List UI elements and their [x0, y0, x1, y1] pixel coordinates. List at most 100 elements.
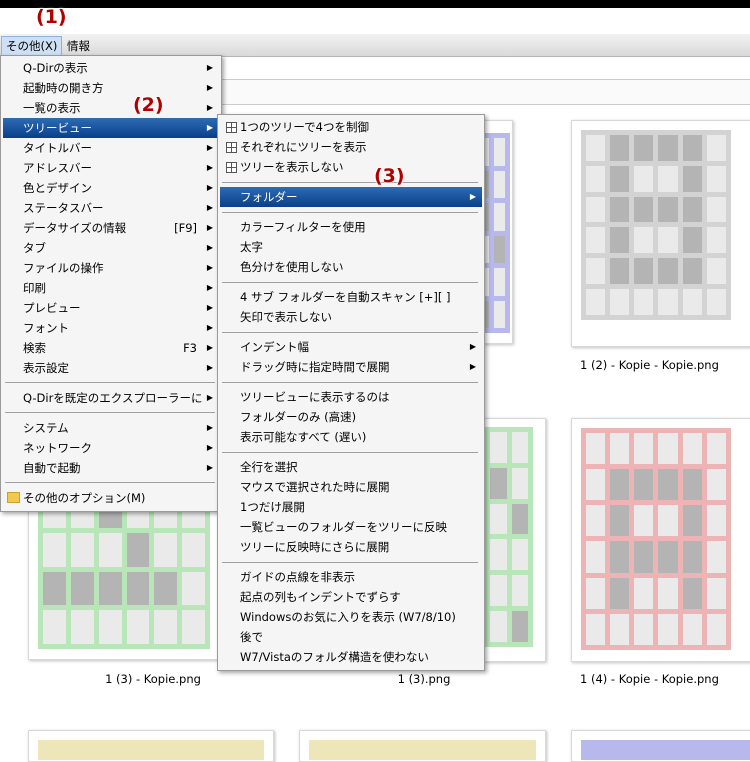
menu-item-indent-root[interactable]: 起点の列もインデントでずらす — [220, 587, 482, 607]
menu-item-no-w7-structure[interactable]: W7/Vistaのフォルダ構造を使わない — [220, 647, 482, 667]
menu-separator — [5, 482, 215, 483]
menu-separator — [222, 282, 478, 283]
treeview-submenu: 1つのツリーで4つを制御 それぞれにツリーを表示 ツリーを表示しない フォルダー… — [217, 114, 485, 671]
menu-item-autostart[interactable]: 自動で起動 ▶ — [3, 458, 219, 478]
menu-separator — [5, 412, 215, 413]
submenu-arrow-icon: ▶ — [206, 393, 213, 402]
thumb-image — [581, 428, 731, 650]
menu-separator — [5, 382, 215, 383]
menu-item-tree-shows-label[interactable]: ツリービューに表示するのは — [220, 387, 482, 407]
menu-separator — [222, 452, 478, 453]
submenu-arrow-icon: ▶ — [206, 463, 213, 472]
submenu-arrow-icon: ▶ — [206, 283, 213, 292]
menu-item-reflect-list[interactable]: 一覧ビューのフォルダーをツリーに反映 — [220, 517, 482, 537]
menu-item-folder[interactable]: フォルダー ▶ — [220, 187, 482, 207]
caption-thumb-gray: 1 (2) - Kopie - Kopie.png — [580, 358, 719, 372]
address-bar[interactable] — [220, 57, 750, 80]
caption-thumb-green-left: 1 (3) - Kopie.png — [105, 672, 201, 686]
menu-item-expand-one[interactable]: 1つだけ展開 — [220, 497, 482, 517]
submenu-arrow-icon: ▶ — [469, 362, 476, 371]
menu-item-titlebar[interactable]: タイトルバー ▶ — [3, 138, 219, 158]
menu-item-startup-open[interactable]: 起動時の開き方 ▶ — [3, 78, 219, 98]
menu-item-tabs[interactable]: タブ ▶ — [3, 238, 219, 258]
submenu-arrow-icon: ▶ — [206, 123, 213, 132]
submenu-arrow-icon: ▶ — [206, 363, 213, 372]
menu-separator — [222, 382, 478, 383]
thumbnail-yellow-1[interactable] — [28, 730, 274, 762]
menu-item-no-tree[interactable]: ツリーを表示しない — [220, 157, 482, 177]
menu-item-system[interactable]: システム ▶ — [3, 418, 219, 438]
menu-item-expand-more[interactable]: ツリーに反映時にさらに展開 — [220, 537, 482, 557]
submenu-arrow-icon: ▶ — [206, 103, 213, 112]
menu-item-select-full-row[interactable]: 全行を選択 — [220, 457, 482, 477]
menu-item-each-tree[interactable]: それぞれにツリーを表示 — [220, 137, 482, 157]
submenu-arrow-icon: ▶ — [206, 243, 213, 252]
menu-item-later[interactable]: 後で — [220, 627, 482, 647]
menu-item-file-ops[interactable]: ファイルの操作 ▶ — [3, 258, 219, 278]
submenu-arrow-icon: ▶ — [206, 203, 213, 212]
tree-layout-icon — [226, 122, 237, 133]
menu-item-search[interactable]: 検索 F3 ▶ — [3, 338, 219, 358]
submenu-arrow-icon: ▶ — [206, 343, 213, 352]
menu-item-show-all[interactable]: 表示可能なすべて (遅い) — [220, 427, 482, 447]
submenu-arrow-icon: ▶ — [469, 342, 476, 351]
menu-item-print[interactable]: 印刷 ▶ — [3, 278, 219, 298]
thumbnail-gray[interactable] — [571, 120, 750, 347]
menu-item-autoscan[interactable]: 4 サブ フォルダーを自動スキャン [+][ ] — [220, 287, 482, 307]
submenu-arrow-icon: ▶ — [206, 83, 213, 92]
menu-item-preview[interactable]: プレビュー ▶ — [3, 298, 219, 318]
submenu-arrow-icon: ▶ — [206, 183, 213, 192]
menu-item-list-display[interactable]: 一覧の表示 ▶ — [3, 98, 219, 118]
submenu-arrow-icon: ▶ — [206, 163, 213, 172]
thumbnail-green-left[interactable] — [28, 488, 221, 660]
menu-item-font[interactable]: フォント ▶ — [3, 318, 219, 338]
shortcut-label: F3 — [183, 341, 197, 355]
menu-item-expand-on-select[interactable]: マウスで選択された時に展開 — [220, 477, 482, 497]
other-menu: Q-Dirの表示 ▶ 起動時の開き方 ▶ 一覧の表示 ▶ ツリービュー ▶ タイトルバー… — [0, 55, 222, 512]
menu-item-color-filter[interactable]: カラーフィルターを使用 — [220, 217, 482, 237]
submenu-arrow-icon: ▶ — [206, 423, 213, 432]
thumb-image — [581, 130, 731, 320]
tree-layout-icon — [226, 162, 237, 173]
thumbnail-blue-bottom[interactable] — [571, 730, 750, 762]
submenu-arrow-icon: ▶ — [469, 192, 476, 201]
menu-item-no-color-coding[interactable]: 色分けを使用しない — [220, 257, 482, 277]
thumb-image — [38, 489, 210, 649]
submenu-arrow-icon: ▶ — [206, 443, 213, 452]
shortcut-label: [F9] — [174, 221, 197, 235]
window-top-edge — [0, 0, 750, 8]
caption-thumb-red: 1 (4) - Kopie - Kopie.png — [580, 672, 719, 686]
menu-item-addressbar[interactable]: アドレスバー ▶ — [3, 158, 219, 178]
menu-item-indent-width[interactable]: インデント幅 ▶ — [220, 337, 482, 357]
menu-item-default-explorer[interactable]: Q-Dirを既定のエクスプローラーに ▶ — [3, 388, 219, 408]
menu-item-hide-guides[interactable]: ガイドの点線を非表示 — [220, 567, 482, 587]
menu-item-treeview[interactable]: ツリービュー ▶ — [3, 118, 219, 138]
menu-item-bold[interactable]: 太字 — [220, 237, 482, 257]
menu-item-no-arrows[interactable]: 矢印で表示しない — [220, 307, 482, 327]
menu-item-qdir-display[interactable]: Q-Dirの表示 ▶ — [3, 58, 219, 78]
thumb-image — [485, 427, 533, 647]
menu-item-folders-only[interactable]: フォルダーのみ (高速) — [220, 407, 482, 427]
tree-layout-icon — [226, 142, 237, 153]
menu-item-display-settings[interactable]: 表示設定 ▶ — [3, 358, 219, 378]
submenu-arrow-icon: ▶ — [206, 143, 213, 152]
menu-other[interactable]: その他(X) — [1, 36, 63, 56]
thumbnail-green-right[interactable] — [484, 418, 546, 662]
menu-item-datasize-info[interactable]: データサイズの情報 [F9] ▶ — [3, 218, 219, 238]
menu-item-other-options[interactable]: その他のオプション(M) — [3, 488, 219, 508]
submenu-arrow-icon: ▶ — [206, 263, 213, 272]
submenu-arrow-icon: ▶ — [206, 63, 213, 72]
menu-item-windows-favorites[interactable]: Windowsのお気に入りを表示 (W7/8/10) — [220, 607, 482, 627]
callout-1: (1) — [36, 6, 67, 28]
menu-info[interactable]: 情報 — [63, 37, 94, 55]
callout-3: (3) — [374, 165, 405, 187]
thumbnail-red[interactable] — [571, 418, 750, 662]
menu-item-colors-design[interactable]: 色とデザイン ▶ — [3, 178, 219, 198]
thumbnail-yellow-2[interactable] — [299, 730, 546, 762]
caption-thumb-green-right: 1 (3).png — [397, 672, 451, 686]
menu-item-one-tree-four[interactable]: 1つのツリーで4つを制御 — [220, 117, 482, 137]
menu-item-drag-expand[interactable]: ドラッグ時に指定時間で展開 ▶ — [220, 357, 482, 377]
callout-2: (2) — [133, 94, 164, 116]
menu-item-statusbar[interactable]: ステータスバー ▶ — [3, 198, 219, 218]
menu-item-network[interactable]: ネットワーク ▶ — [3, 438, 219, 458]
